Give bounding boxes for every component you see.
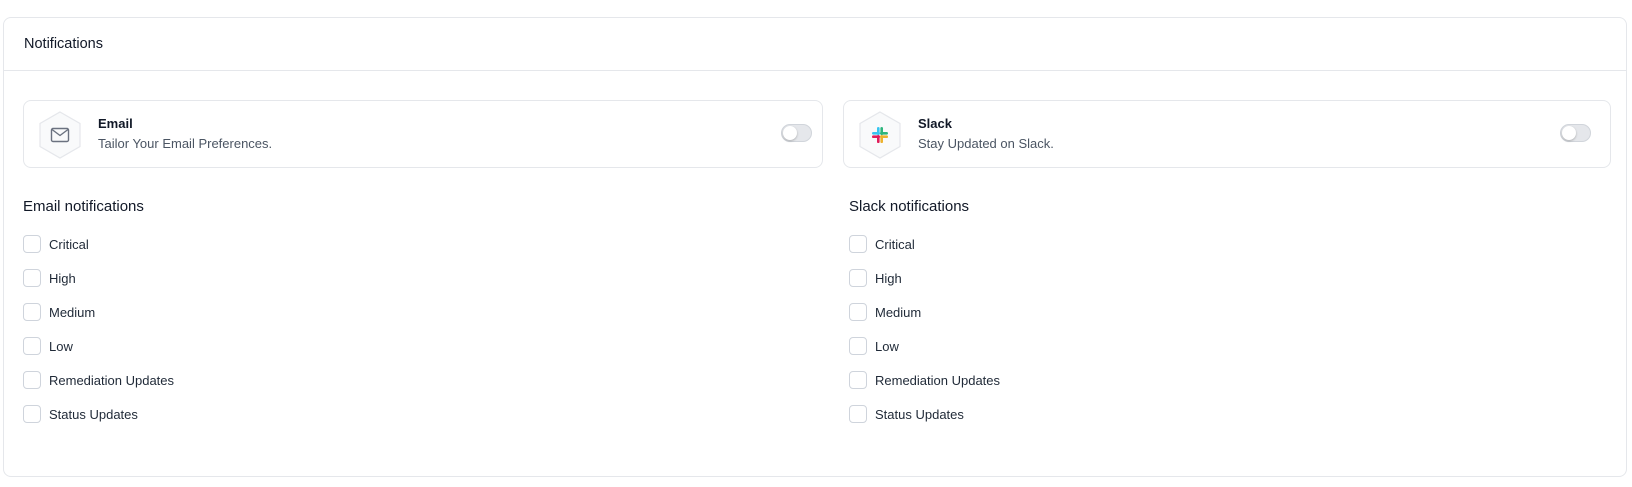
mail-icon (50, 127, 70, 143)
checkbox[interactable] (849, 303, 867, 321)
option-label: Critical (875, 236, 915, 252)
checkbox[interactable] (23, 371, 41, 389)
slack-option-status-updates[interactable]: Status Updates (849, 397, 1000, 431)
option-label: Low (875, 338, 899, 354)
slack-notifications-title: Slack notifications (849, 198, 970, 215)
toggle-knob (1562, 126, 1576, 140)
slack-option-low[interactable]: Low (849, 329, 1000, 363)
email-option-remediation-updates[interactable]: Remediation Updates (23, 363, 174, 397)
notifications-panel: Notifications Email Tailor Your Email Pr… (3, 17, 1627, 477)
email-option-status-updates[interactable]: Status Updates (23, 397, 174, 431)
checkbox[interactable] (849, 405, 867, 423)
checkbox[interactable] (849, 337, 867, 355)
checkbox[interactable] (849, 235, 867, 253)
slack-option-remediation-updates[interactable]: Remediation Updates (849, 363, 1000, 397)
email-notifications-title: Email notifications (23, 198, 144, 215)
option-label: High (49, 270, 76, 286)
email-icon-badge (38, 111, 82, 159)
slack-option-critical[interactable]: Critical (849, 227, 1000, 261)
email-notifications-section: Email notifications Critical High Medium… (23, 196, 174, 431)
email-card-subtitle: Tailor Your Email Preferences. (98, 136, 273, 151)
slack-card-subtitle: Stay Updated on Slack. (918, 136, 1054, 151)
email-card-title: Email (98, 116, 133, 131)
checkbox[interactable] (849, 371, 867, 389)
slack-toggle[interactable] (1560, 124, 1591, 142)
toggle-knob (783, 126, 797, 140)
option-label: Medium (49, 304, 96, 320)
option-label: Status Updates (875, 406, 964, 422)
email-toggle[interactable] (781, 124, 812, 142)
checkbox[interactable] (23, 235, 41, 253)
slack-notifications-section: Slack notifications Critical High Medium… (849, 196, 1000, 431)
email-option-low[interactable]: Low (23, 329, 174, 363)
slack-channel-card: Slack Stay Updated on Slack. (843, 100, 1611, 168)
option-label: Remediation Updates (49, 372, 175, 388)
email-option-high[interactable]: High (23, 261, 174, 295)
option-label: Medium (875, 304, 922, 320)
option-label: Low (49, 338, 73, 354)
slack-card-title: Slack (918, 116, 952, 131)
slack-option-medium[interactable]: Medium (849, 295, 1000, 329)
panel-header: Notifications (4, 18, 1626, 71)
option-label: High (875, 270, 902, 286)
email-option-medium[interactable]: Medium (23, 295, 174, 329)
option-label: Status Updates (49, 406, 138, 422)
slack-logo-icon (872, 127, 888, 143)
checkbox[interactable] (23, 405, 41, 423)
checkbox[interactable] (23, 303, 41, 321)
checkbox[interactable] (23, 337, 41, 355)
checkbox[interactable] (23, 269, 41, 287)
checkbox[interactable] (849, 269, 867, 287)
email-channel-card: Email Tailor Your Email Preferences. (23, 100, 823, 168)
option-label: Critical (49, 236, 89, 252)
panel-title: Notifications (24, 36, 103, 52)
option-label: Remediation Updates (875, 372, 1001, 388)
slack-option-high[interactable]: High (849, 261, 1000, 295)
slack-icon-badge (858, 111, 902, 159)
email-option-critical[interactable]: Critical (23, 227, 174, 261)
